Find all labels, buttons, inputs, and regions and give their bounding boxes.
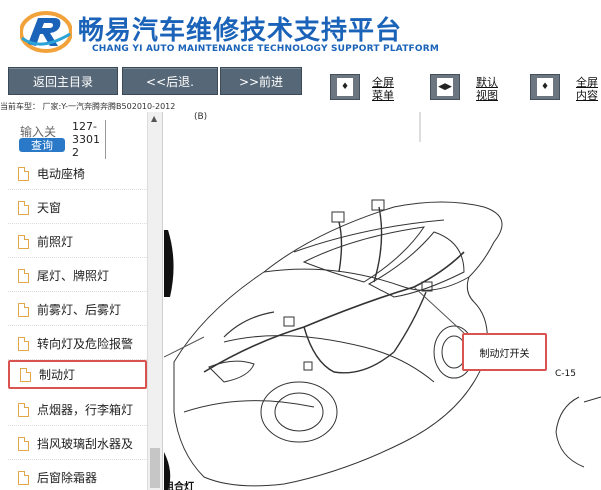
combo-light-label: 组合灯 (164, 482, 194, 490)
connector-label: C-15 (555, 369, 576, 379)
sidebar-item[interactable]: 转向灯及危险报警 (8, 328, 147, 360)
document-icon (18, 234, 29, 249)
document-icon (18, 200, 29, 215)
brake-light-switch-callout: 制动灯开关 (462, 333, 547, 371)
document-icon (18, 268, 29, 283)
document-icon (20, 367, 31, 382)
sidebar-scrollbar[interactable]: ▲ (147, 112, 162, 490)
default-view-icon[interactable]: ◀▶ (430, 74, 460, 100)
document-icon (18, 336, 29, 351)
sidebar: 输入关 127-33012 查询 电动座椅 天窗 前照灯 尾灯、牌照灯 前雾灯、… (0, 112, 163, 490)
default-view-link[interactable]: 默认 视图 (476, 76, 498, 102)
current-model-text: 当前车型： 厂家:Y-一汽奔腾奔腾B502010-2012 (0, 102, 176, 111)
app-title: 畅易汽车维修技术支持平台 (78, 16, 403, 46)
wiring-diagram: (B) 制动灯开关 C-15 组合灯 (164, 112, 601, 490)
back-to-main-button[interactable]: 返回主目录 (8, 67, 118, 95)
sidebar-item[interactable]: 前照灯 (8, 226, 147, 258)
expand-menu-icon[interactable]: ♦ (330, 74, 360, 100)
fullscreen-content-link[interactable]: 全屏 内容 (576, 76, 598, 102)
sidebar-item[interactable]: 点烟器，行李箱灯 (8, 394, 147, 426)
query-button[interactable]: 查询 (19, 138, 65, 152)
fullscreen-menu-link[interactable]: 全屏 菜单 (372, 76, 394, 102)
toolbar: 返回主目录 <<后退. >>前进 ♦ 全屏 菜单 ◀▶ 默认 视图 ♦ 全屏 内… (0, 64, 601, 102)
diagram-ref-text: (B) (194, 112, 208, 122)
document-icon (18, 436, 29, 451)
ry-logo-icon (20, 11, 72, 53)
expand-content-icon[interactable]: ♦ (530, 74, 560, 100)
sidebar-item[interactable]: 尾灯、牌照灯 (8, 260, 147, 292)
search-input[interactable]: 127-33012 (72, 120, 106, 159)
app-subtitle: CHANG YI AUTO MAINTENANCE TECHNOLOGY SUP… (92, 44, 440, 54)
sidebar-item[interactable]: 天窗 (8, 192, 147, 224)
document-icon (18, 166, 29, 181)
document-icon (18, 302, 29, 317)
sidebar-item[interactable]: 挡风玻璃刮水器及 (8, 428, 147, 460)
forward-button[interactable]: >>前进 (220, 67, 302, 95)
sidebar-item[interactable]: 前雾灯、后雾灯 (8, 294, 147, 326)
sidebar-item[interactable]: 后窗除霜器 (8, 462, 147, 490)
car-wiring-drawing (164, 112, 601, 490)
document-icon (18, 470, 29, 485)
back-button[interactable]: <<后退. (122, 67, 218, 95)
app-header: 畅易汽车维修技术支持平台 CHANG YI AUTO MAINTENANCE T… (0, 0, 601, 64)
sidebar-item[interactable]: 电动座椅 (8, 158, 147, 190)
sidebar-item-active[interactable]: 制动灯 (8, 360, 147, 389)
scroll-thumb[interactable] (150, 448, 160, 488)
document-icon (18, 402, 29, 417)
scroll-up-icon[interactable]: ▲ (151, 114, 157, 123)
